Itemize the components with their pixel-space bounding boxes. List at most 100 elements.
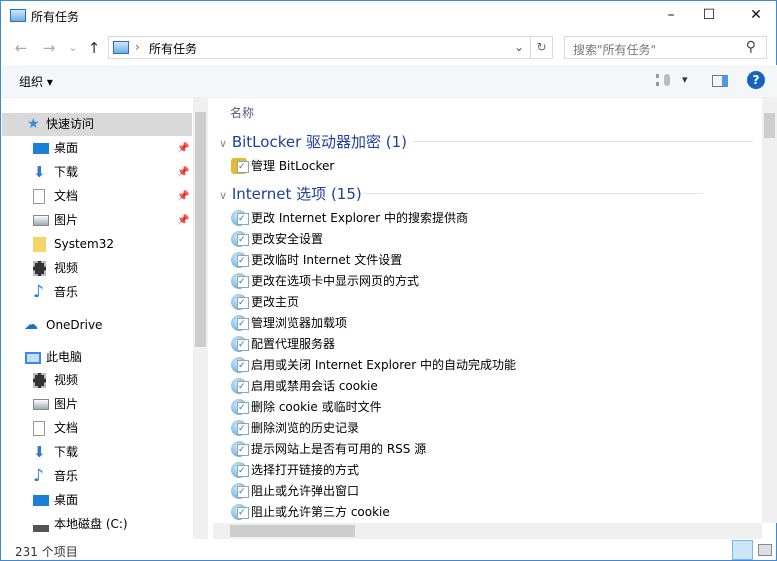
nav-this-pc[interactable]: 此电脑 xyxy=(2,346,192,369)
search-icon[interactable]: ⚲ xyxy=(746,39,756,55)
music-icon: ♪ xyxy=(33,466,44,486)
quick-item[interactable]: ⬇ 下载 📌 xyxy=(2,161,192,184)
list-item[interactable]: 启用或关闭 Internet Explorer 中的自动完成功能 xyxy=(231,355,516,375)
organize-button[interactable]: 组织 ▾ xyxy=(19,73,53,90)
internet-options-icon xyxy=(231,273,249,289)
picture-icon xyxy=(33,399,49,410)
group-header[interactable]: ∨ Internet 选项 (15) xyxy=(219,183,362,204)
quick-item[interactable]: 桌面 📌 xyxy=(2,137,192,160)
list-item[interactable]: 更改安全设置 xyxy=(231,229,323,249)
item-label: 阻止或允许第三方 cookie xyxy=(251,505,390,519)
list-item[interactable]: 更改主页 xyxy=(231,292,299,312)
close-button[interactable]: ✕ xyxy=(741,5,771,25)
item-label: 启用或禁用会话 cookie xyxy=(251,379,378,393)
list-item[interactable]: 管理浏览器加载项 xyxy=(231,313,347,333)
refresh-button[interactable]: ↻ xyxy=(531,36,553,59)
internet-options-icon xyxy=(231,462,249,478)
maximize-button[interactable]: ☐ xyxy=(694,5,724,25)
list-item[interactable]: 提示网站上是否有可用的 RSS 源 xyxy=(231,439,426,459)
quick-item[interactable]: 图片 📌 xyxy=(2,209,192,232)
quick-item[interactable]: ♪ 音乐 xyxy=(2,281,192,304)
pc-item[interactable]: 图片 xyxy=(2,393,192,416)
forward-button[interactable]: → xyxy=(40,39,58,57)
group-header[interactable]: ∨ BitLocker 驱动器加密 (1) xyxy=(219,131,407,152)
column-header-name[interactable]: 名称 xyxy=(230,104,254,121)
list-item[interactable]: 阻止或允许第三方 cookie xyxy=(231,502,390,522)
folder-icon xyxy=(33,237,46,252)
internet-options-icon xyxy=(231,336,249,352)
pin-icon[interactable]: 📌 xyxy=(177,185,189,208)
minimize-button[interactable]: – xyxy=(656,5,686,25)
v-scroll-thumb[interactable] xyxy=(764,113,775,138)
details-view-button[interactable] xyxy=(732,540,753,560)
quick-item[interactable]: System32 xyxy=(2,233,192,256)
internet-options-icon xyxy=(231,441,249,457)
pc-item[interactable]: 桌面 xyxy=(2,489,192,512)
breadcrumb-current[interactable]: 所有任务 xyxy=(149,40,197,57)
address-bar[interactable]: › 所有任务 ⌄ xyxy=(108,36,531,59)
back-button[interactable]: ← xyxy=(12,39,30,57)
list-item[interactable]: 管理 BitLocker xyxy=(231,156,334,176)
item-label: 阻止或允许弹出窗口 xyxy=(251,484,360,498)
item-label: 选择打开链接的方式 xyxy=(251,463,360,477)
download-icon: ⬇ xyxy=(33,163,46,181)
breadcrumb-separator[interactable]: › xyxy=(135,40,140,54)
nav-label: 下载 xyxy=(54,165,79,179)
vertical-scrollbar[interactable] xyxy=(762,98,777,523)
list-item[interactable]: 更改 Internet Explorer 中的搜索提供商 xyxy=(231,208,468,228)
download-icon: ⬇ xyxy=(33,443,46,461)
address-dropdown[interactable]: ⌄ xyxy=(514,40,524,54)
preview-pane-icon[interactable] xyxy=(712,75,728,87)
nav-onedrive[interactable]: ☁ OneDrive xyxy=(2,314,192,337)
control-panel-icon xyxy=(113,41,129,54)
status-bar: 231 个项目 xyxy=(2,539,777,561)
list-item[interactable]: 删除浏览的历史记录 xyxy=(231,418,359,438)
search-input[interactable]: 搜索"所有任务" ⚲ xyxy=(564,36,767,59)
list-item[interactable]: 启用或禁用会话 cookie xyxy=(231,376,378,396)
h-scroll-thumb[interactable] xyxy=(230,525,355,537)
item-label: 删除浏览的历史记录 xyxy=(251,421,360,435)
item-label: 更改主页 xyxy=(251,295,300,309)
pin-icon[interactable]: 📌 xyxy=(177,161,189,184)
desktop-icon xyxy=(33,495,49,506)
nav-scrollbar[interactable] xyxy=(193,98,208,539)
item-label: 删除 cookie 或临时文件 xyxy=(251,400,382,414)
cloud-icon: ☁ xyxy=(24,317,38,333)
pin-icon[interactable]: 📌 xyxy=(177,209,189,232)
computer-icon xyxy=(25,352,41,364)
group-title: BitLocker 驱动器加密 (1) xyxy=(231,133,408,151)
pc-item[interactable]: 文档 xyxy=(2,417,192,440)
group-title: Internet 选项 (15) xyxy=(231,185,362,203)
pc-item[interactable]: ⬇ 下载 xyxy=(2,441,192,464)
nav-label: 桌面 xyxy=(54,141,79,155)
nav-label: 下载 xyxy=(54,445,79,459)
list-item[interactable]: 选择打开链接的方式 xyxy=(231,460,359,480)
item-label: 提示网站上是否有可用的 RSS 源 xyxy=(251,442,427,456)
pc-item[interactable]: 视频 xyxy=(2,369,192,392)
view-list-icon[interactable] xyxy=(656,74,670,86)
pc-item[interactable]: ♪ 音乐 xyxy=(2,465,192,488)
drive-icon xyxy=(33,517,49,532)
help-icon[interactable]: ? xyxy=(747,71,765,89)
list-item[interactable]: 阻止或允许弹出窗口 xyxy=(231,481,359,501)
up-button[interactable]: ↑ xyxy=(85,39,103,57)
quick-item[interactable]: 文档 📌 xyxy=(2,185,192,208)
list-item[interactable]: 更改临时 Internet 文件设置 xyxy=(231,250,402,270)
internet-options-icon xyxy=(231,210,249,226)
recent-locations-button[interactable]: ⌄ xyxy=(64,41,82,54)
list-item[interactable]: 更改在选项卡中显示网页的方式 xyxy=(231,271,419,291)
horizontal-scrollbar[interactable] xyxy=(213,523,762,539)
quick-item[interactable]: 视频 xyxy=(2,257,192,280)
nav-label: 图片 xyxy=(54,397,79,411)
list-item[interactable]: 配置代理服务器 xyxy=(231,334,335,354)
view-dropdown[interactable]: ▾ xyxy=(682,73,688,86)
chevron-down-icon[interactable]: ∨ xyxy=(219,189,227,202)
chevron-down-icon[interactable]: ∨ xyxy=(219,137,227,150)
pin-icon[interactable]: 📌 xyxy=(177,137,189,160)
pc-item[interactable]: 本地磁盘 (C:) xyxy=(2,513,192,536)
list-item[interactable]: 删除 cookie 或临时文件 xyxy=(231,397,382,417)
item-label: 管理浏览器加载项 xyxy=(251,316,348,330)
large-icons-view-button[interactable] xyxy=(758,544,772,556)
nav-quick-access[interactable]: ★ 快速访问 xyxy=(2,113,192,136)
nav-scroll-thumb[interactable] xyxy=(195,112,206,347)
